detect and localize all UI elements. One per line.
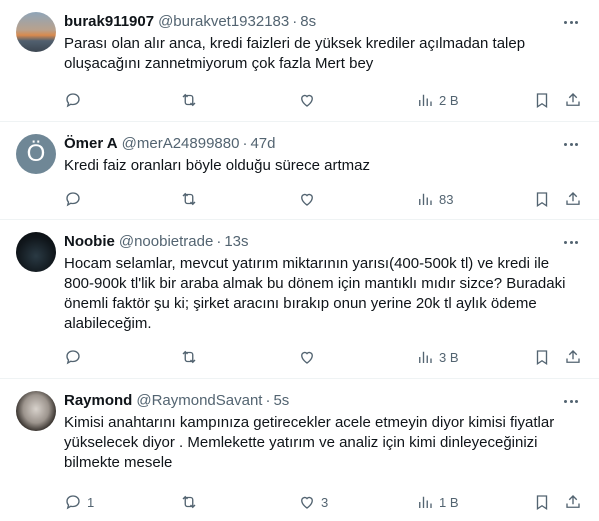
views-button[interactable]: 3 B xyxy=(416,347,459,367)
tweet[interactable]: Raymond @RaymondSavant · 5s Kimisi anaht… xyxy=(0,379,599,521)
tweet-text: Kimisi anahtarını kampınıza getirecekler… xyxy=(64,414,555,471)
avatar[interactable] xyxy=(16,232,56,272)
reply-feed: burak911907 @burakvet1932183 · 8s Parası… xyxy=(0,0,599,521)
share-icon xyxy=(566,93,580,106)
more-icon[interactable] xyxy=(561,234,581,250)
bookmark-button[interactable] xyxy=(533,90,551,110)
more-icon[interactable] xyxy=(561,136,581,152)
retweet-icon xyxy=(182,93,196,107)
views-button[interactable]: 2 B xyxy=(416,90,459,110)
bookmark-icon xyxy=(536,192,548,208)
action-bar: 3 B xyxy=(64,347,585,367)
reply-icon xyxy=(66,93,80,108)
like-icon xyxy=(301,496,313,509)
views-icon xyxy=(419,94,432,106)
view-count: 83 xyxy=(439,191,454,207)
retweet-icon xyxy=(182,192,196,206)
like-button[interactable] xyxy=(298,347,321,367)
retweet-button[interactable] xyxy=(180,492,203,512)
separator-dot: · xyxy=(265,392,271,409)
action-bar: 83 xyxy=(64,189,585,209)
bookmark-icon xyxy=(536,350,548,366)
more-icon[interactable] xyxy=(561,393,581,409)
bookmark-icon xyxy=(536,495,548,511)
user-handle[interactable]: @noobietrade xyxy=(119,232,213,252)
reply-button[interactable]: 1 xyxy=(64,492,94,512)
tweet-header: Ömer A @merA24899880 · 47d xyxy=(64,134,583,154)
retweet-button[interactable] xyxy=(180,90,203,110)
views-button[interactable]: 83 xyxy=(416,189,453,209)
tweet-text: Parası olan alır anca, kredi faizleri de… xyxy=(64,35,526,72)
tweet-text: Hocam selamlar, mevcut yatırım miktarını… xyxy=(64,255,566,332)
like-button[interactable] xyxy=(298,90,321,110)
like-icon xyxy=(301,351,313,364)
retweet-button[interactable] xyxy=(180,189,203,209)
timestamp[interactable]: 8s xyxy=(300,12,316,32)
display-name[interactable]: Raymond xyxy=(64,391,132,411)
share-button[interactable] xyxy=(564,492,582,512)
display-name[interactable]: burak911907 xyxy=(64,12,154,32)
tweet-text: Kredi faiz oranları böyle olduğu sürece … xyxy=(64,157,370,174)
more-icon[interactable] xyxy=(561,14,581,30)
share-button[interactable] xyxy=(564,189,582,209)
avatar[interactable]: Ö xyxy=(16,134,56,174)
views-icon xyxy=(419,193,432,205)
action-bar: 1 3 1 B xyxy=(64,492,585,512)
view-count: 3 B xyxy=(439,349,459,365)
views-button[interactable]: 1 B xyxy=(416,492,459,512)
like-icon xyxy=(301,94,313,107)
tweet[interactable]: burak911907 @burakvet1932183 · 8s Parası… xyxy=(0,0,599,122)
like-count: 3 xyxy=(321,494,329,510)
tweet-header: burak911907 @burakvet1932183 · 8s xyxy=(64,12,583,32)
bookmark-icon xyxy=(536,93,548,109)
separator-dot: · xyxy=(292,13,298,30)
views-icon xyxy=(419,496,432,508)
avatar[interactable] xyxy=(16,391,56,431)
reply-count: 1 xyxy=(87,494,95,510)
avatar[interactable] xyxy=(16,12,56,52)
timestamp[interactable]: 5s xyxy=(273,391,289,411)
reply-button[interactable] xyxy=(64,90,87,110)
like-button[interactable] xyxy=(298,189,321,209)
share-icon xyxy=(566,495,580,508)
like-button[interactable]: 3 xyxy=(298,492,328,512)
reply-icon xyxy=(66,350,80,365)
share-button[interactable] xyxy=(564,90,582,110)
timestamp[interactable]: 13s xyxy=(224,232,248,252)
bookmark-button[interactable] xyxy=(533,347,551,367)
reply-button[interactable] xyxy=(64,347,87,367)
view-count: 1 B xyxy=(439,494,459,510)
view-count: 2 B xyxy=(439,92,459,108)
user-handle[interactable]: @merA24899880 xyxy=(122,134,240,154)
retweet-icon xyxy=(182,495,196,509)
reply-icon xyxy=(66,495,80,510)
share-icon xyxy=(566,192,580,205)
timestamp[interactable]: 47d xyxy=(250,134,275,154)
views-icon xyxy=(419,351,432,363)
retweet-icon xyxy=(182,350,196,364)
retweet-button[interactable] xyxy=(180,347,203,367)
tweet[interactable]: Noobie @noobietrade · 13s Hocam selamlar… xyxy=(0,220,599,379)
share-icon xyxy=(566,350,580,363)
reply-button[interactable] xyxy=(64,189,87,209)
tweet-header: Raymond @RaymondSavant · 5s xyxy=(64,391,583,411)
bookmark-button[interactable] xyxy=(533,492,551,512)
share-button[interactable] xyxy=(564,347,582,367)
display-name[interactable]: Noobie xyxy=(64,232,115,252)
separator-dot: · xyxy=(216,233,222,250)
tweet-header: Noobie @noobietrade · 13s xyxy=(64,232,583,252)
separator-dot: · xyxy=(242,135,248,152)
bookmark-button[interactable] xyxy=(533,189,551,209)
avatar-letter: Ö xyxy=(26,140,46,167)
user-handle[interactable]: @burakvet1932183 xyxy=(158,12,289,32)
like-icon xyxy=(301,193,313,206)
tweet[interactable]: Ö Ömer A @merA24899880 · 47d Kredi faiz … xyxy=(0,122,599,220)
display-name[interactable]: Ömer A xyxy=(64,134,118,154)
user-handle[interactable]: @RaymondSavant xyxy=(136,391,262,411)
action-bar: 2 B xyxy=(64,90,585,110)
reply-icon xyxy=(66,192,80,207)
